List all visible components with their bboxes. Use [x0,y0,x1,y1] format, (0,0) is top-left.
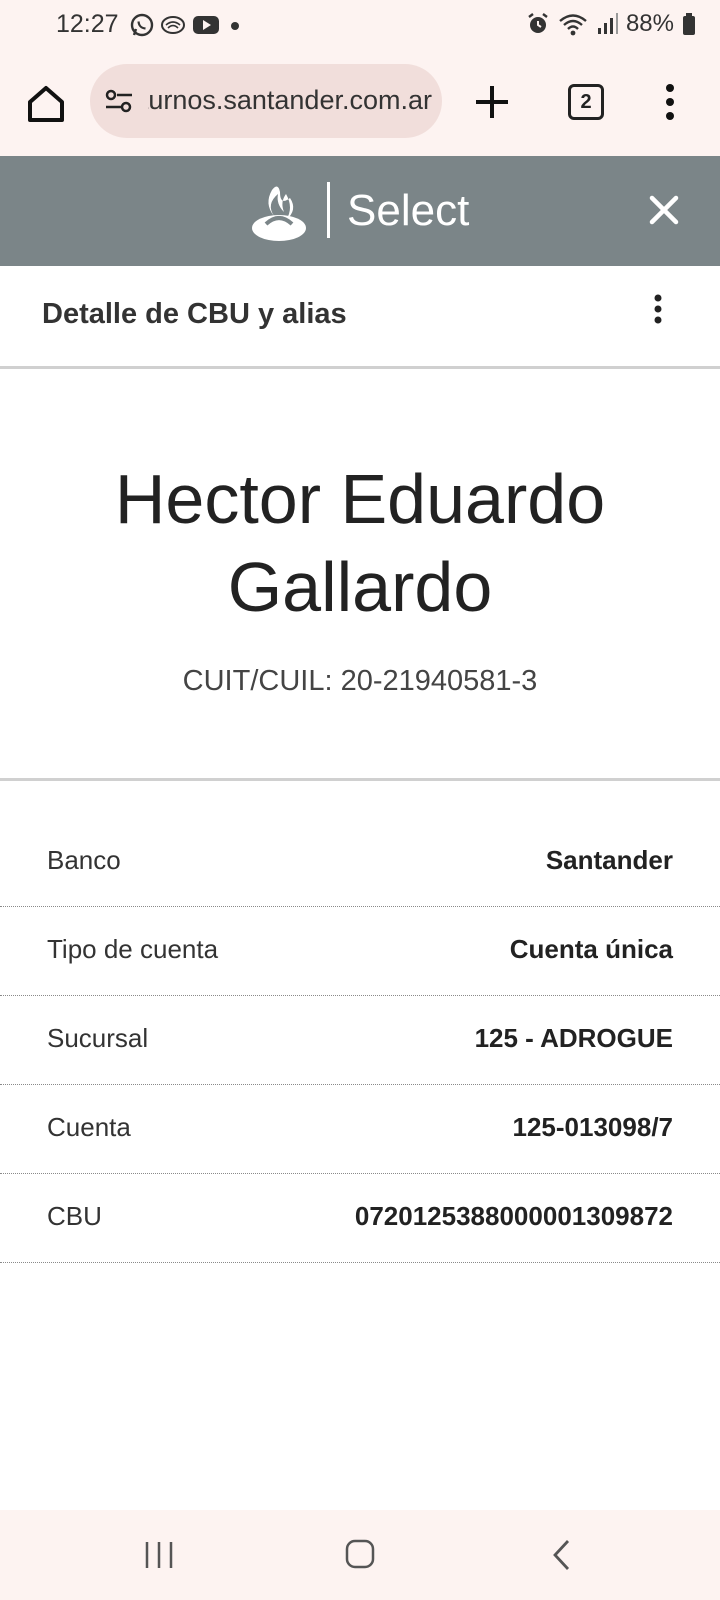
more-options-icon[interactable] [648,292,668,328]
wifi-icon [559,14,587,36]
page-title: Detalle de CBU y alias [42,298,347,330]
detail-label: Tipo de cuenta [47,934,219,964]
back-icon[interactable] [550,1538,574,1572]
dot-icon [231,22,239,30]
detail-row-cbu: CBU 0720125388000001309872 [0,1174,720,1263]
battery-icon [683,13,695,35]
brand-name: Select [347,186,470,235]
browser-toolbar: turnos.santander.com.ar 2 [0,52,720,158]
whatsapp-icon [130,13,154,37]
status-right: 88% [526,10,696,38]
tab-switcher-button[interactable]: 2 [568,84,604,120]
detail-label: CBU [47,1201,102,1231]
url-text[interactable]: turnos.santander.com.ar [148,85,432,116]
new-tab-icon[interactable] [470,80,514,124]
close-icon[interactable] [648,194,680,226]
youtube-icon [193,16,219,34]
site-settings-icon[interactable] [104,89,134,113]
status-bar: 12:27 88% [0,0,720,52]
home-nav-icon[interactable] [344,1538,376,1570]
detail-row-banco: Banco Santander [0,818,720,907]
detail-row-tipo-de-cuenta: Tipo de cuenta Cuenta única [0,907,720,996]
app-header: Select [0,156,720,266]
detail-label: Cuenta [47,1112,131,1142]
signal-icon [597,13,618,34]
santander-flame-icon [252,186,306,241]
home-icon[interactable] [24,82,68,126]
detail-value: 125 - ADROGUE [474,1023,673,1053]
detail-value: Cuenta única [509,934,673,964]
system-navigation-bar [0,1510,720,1600]
detail-label: Banco [47,845,121,875]
battery-level: 88% [625,10,674,37]
detail-value: 125-013098/7 [512,1112,673,1142]
browser-menu-icon[interactable] [664,82,676,122]
alarm-icon [528,13,548,33]
detail-label: Sucursal [47,1023,149,1053]
recents-icon[interactable] [144,1540,174,1570]
detail-row-sucursal: Sucursal 125 - ADROGUE [0,996,720,1085]
account-holder-section: Hector Eduardo Gallardo CUIT/CUIL: 20-21… [0,369,720,781]
cuit-cuil: CUIT/CUIL: 20-21940581-3 [182,665,538,697]
cast-icon [161,16,185,34]
status-time: 12:27 [56,10,119,38]
detail-row-cuenta: Cuenta 125-013098/7 [0,1085,720,1174]
account-details-list: Banco Santander Tipo de cuenta Cuenta ún… [0,818,720,1263]
detail-value: 0720125388000001309872 [354,1201,673,1231]
address-bar[interactable]: turnos.santander.com.ar [90,64,442,138]
logo-divider [327,182,330,238]
account-holder-name: Hector Eduardo Gallardo [114,460,606,626]
detail-value: Santander [545,845,673,875]
page-header: Detalle de CBU y alias [0,266,720,369]
notification-icons [130,13,244,37]
